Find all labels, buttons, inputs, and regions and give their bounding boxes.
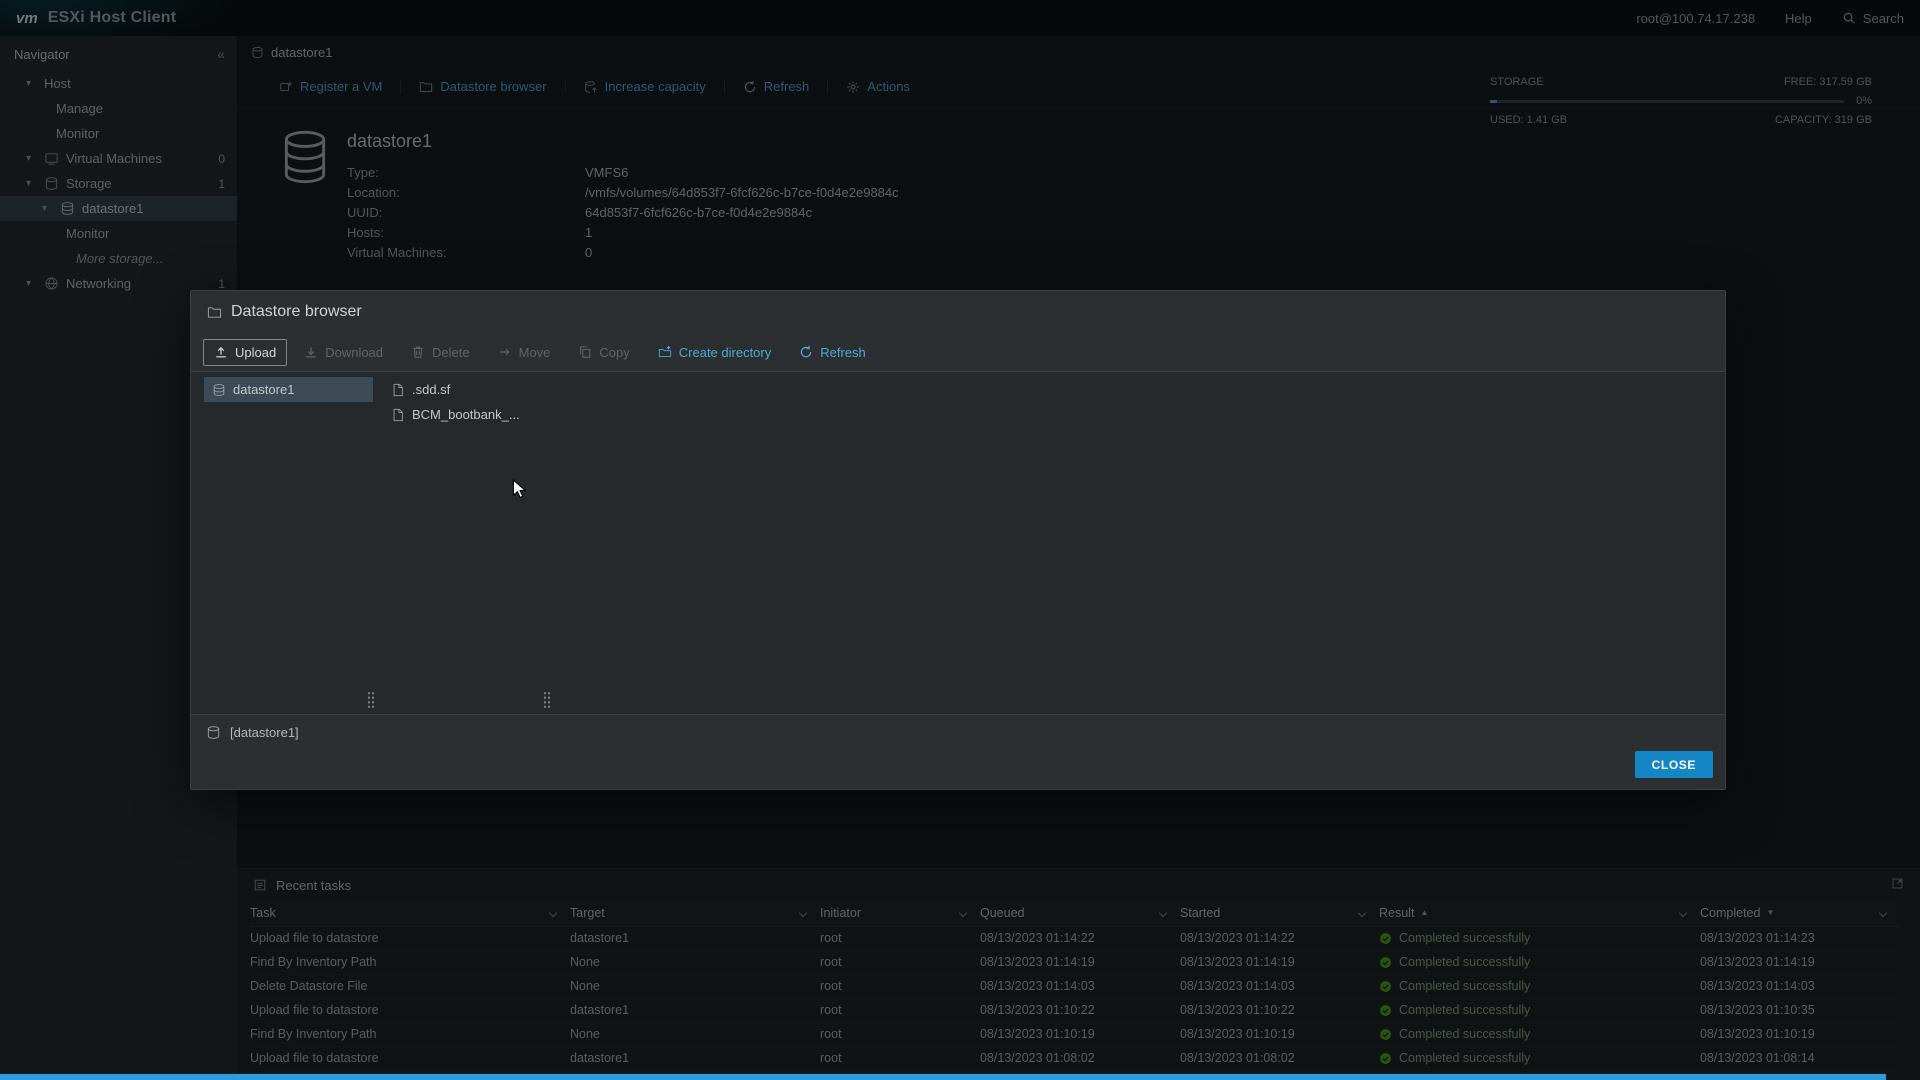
column-resize-grip[interactable] (367, 691, 375, 709)
modal-button-label: Delete (432, 344, 470, 360)
folder-icon (207, 306, 222, 318)
modal-delete-button: Delete (400, 339, 481, 366)
modal-button-label: Download (325, 344, 384, 360)
file-icon (393, 408, 403, 421)
file-browser: datastore1 .sdd.sf BCM_bootbank_... (191, 371, 1725, 715)
folder-item-label: datastore1 (233, 382, 295, 397)
modal-button-label: Move (518, 344, 551, 360)
file-icon (393, 383, 403, 396)
modal-move-button: Move (487, 339, 562, 366)
dialog-title: Datastore browser (231, 303, 362, 320)
copy-icon (580, 346, 591, 358)
datastore-icon (213, 383, 225, 396)
datastore-icon (207, 725, 220, 739)
file-item-label: .sdd.sf (412, 382, 451, 397)
folder-column: datastore1 (191, 372, 373, 714)
delete-icon (413, 346, 423, 358)
dialog-toolbar: Upload Download Delete Move Copy Create direc… (191, 333, 1725, 371)
bottom-scrollbar[interactable] (0, 1074, 1886, 1080)
modal-upload-button[interactable]: Upload (203, 338, 288, 366)
modal-download-button: Download (293, 339, 394, 366)
upload-icon (216, 346, 226, 358)
folder-item-datastore1[interactable]: datastore1 (204, 377, 373, 402)
file-item-sdd-sf[interactable]: .sdd.sf (383, 377, 573, 402)
mouse-cursor (512, 479, 526, 499)
modal-button-label: Refresh (820, 344, 866, 360)
file-item-bcm-bootbank[interactable]: BCM_bootbank_... (383, 402, 573, 427)
dialog-status-bar: [datastore1] (191, 715, 1725, 749)
folder-plus-icon (658, 345, 671, 357)
close-button[interactable]: CLOSE (1634, 751, 1713, 778)
dialog-header: Datastore browser (191, 291, 1725, 333)
download-icon (306, 347, 317, 358)
column-resize-grip[interactable] (543, 691, 551, 709)
modal-copy-button: Copy (567, 339, 640, 366)
screen: vm ESXi Host Client root@100.74.17.238 H… (0, 0, 1920, 1080)
modal-button-label: Create directory (678, 344, 772, 360)
move-icon (499, 348, 510, 356)
file-column: .sdd.sf BCM_bootbank_... (373, 372, 573, 714)
refresh-icon (801, 346, 812, 358)
datastore-browser-dialog: Datastore browser Upload Download Delete Mo… (190, 290, 1726, 790)
modal-button-label: Copy (599, 344, 630, 360)
file-item-label: BCM_bootbank_... (412, 407, 520, 422)
modal-refresh-button[interactable]: Refresh (788, 339, 877, 366)
modal-create-directory-button[interactable]: Create directory (647, 339, 782, 366)
modal-button-label: Upload (235, 344, 277, 360)
selected-path: [datastore1] (230, 724, 299, 740)
